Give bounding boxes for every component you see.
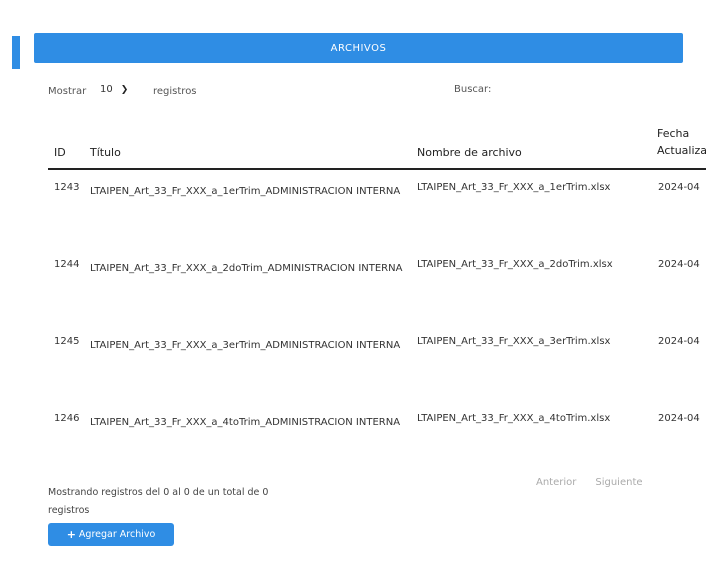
- pagination: Anterior Siguiente: [536, 477, 643, 488]
- table-row[interactable]: 1243 LTAIPEN_Art_33_Fr_XXX_a_1erTrim_ADM…: [48, 170, 706, 247]
- add-file-label: Agregar Archivo: [78, 529, 156, 540]
- search-label[interactable]: Buscar:: [454, 84, 491, 95]
- column-header-title[interactable]: Título: [90, 146, 121, 159]
- files-table: ID Título Nombre de archivo Fecha Actuali…: [48, 117, 706, 478]
- row-date: 2024-04: [658, 336, 700, 347]
- table-row[interactable]: 1244 LTAIPEN_Art_33_Fr_XXX_a_2doTrim_ADM…: [48, 247, 706, 324]
- show-label: Mostrar: [48, 86, 87, 97]
- row-id: 1244: [54, 259, 80, 270]
- row-id: 1246: [54, 413, 80, 424]
- column-header-id[interactable]: ID: [54, 146, 66, 159]
- row-title: LTAIPEN_Art_33_Fr_XXX_a_3erTrim_ADMINIST…: [90, 340, 401, 351]
- row-title: LTAIPEN_Art_33_Fr_XXX_a_1erTrim_ADMINIST…: [90, 186, 401, 197]
- page-size-select[interactable]: 10 ❯: [100, 84, 128, 95]
- row-file[interactable]: LTAIPEN_Art_33_Fr_XXX_a_3erTrim.xlsx: [417, 336, 610, 347]
- row-file[interactable]: LTAIPEN_Art_33_Fr_XXX_a_2doTrim.xlsx: [417, 259, 613, 270]
- page: ARCHIVOS Mostrar 10 ❯ registros Buscar: …: [0, 0, 706, 577]
- row-id: 1245: [54, 336, 80, 347]
- previous-page-button[interactable]: Anterior: [536, 477, 576, 488]
- row-id: 1243: [54, 182, 80, 193]
- table-controls: Mostrar 10 ❯ registros Buscar:: [48, 83, 668, 103]
- row-date: 2024-04: [658, 259, 700, 270]
- left-accent-bar: [12, 36, 20, 69]
- column-header-file[interactable]: Nombre de archivo: [417, 146, 522, 159]
- page-size-value: 10: [100, 84, 113, 95]
- table-info: Mostrando registros del 0 al 0 de un tot…: [48, 487, 269, 516]
- row-file[interactable]: LTAIPEN_Art_33_Fr_XXX_a_4toTrim.xlsx: [417, 413, 610, 424]
- column-header-date-line2: Actualiza: [657, 144, 706, 157]
- section-title: ARCHIVOS: [330, 42, 387, 54]
- row-title: LTAIPEN_Art_33_Fr_XXX_a_2doTrim_ADMINIST…: [90, 263, 403, 274]
- chevron-down-icon: ❯: [120, 84, 129, 95]
- next-page-button[interactable]: Siguiente: [595, 477, 642, 488]
- column-header-date-line1: Fecha: [657, 127, 690, 140]
- add-file-button[interactable]: + Agregar Archivo: [48, 523, 174, 546]
- rows-label: registros: [153, 86, 197, 97]
- row-file[interactable]: LTAIPEN_Art_33_Fr_XXX_a_1erTrim.xlsx: [417, 182, 610, 193]
- column-header-date[interactable]: Fecha Actualiza: [657, 125, 706, 159]
- table-row[interactable]: 1246 LTAIPEN_Art_33_Fr_XXX_a_4toTrim_ADM…: [48, 401, 706, 478]
- table-header: ID Título Nombre de archivo Fecha Actuali…: [48, 117, 706, 170]
- table-row[interactable]: 1245 LTAIPEN_Art_33_Fr_XXX_a_3erTrim_ADM…: [48, 324, 706, 401]
- plus-icon: +: [66, 528, 76, 541]
- row-date: 2024-04: [658, 182, 700, 193]
- row-date: 2024-04: [658, 413, 700, 424]
- row-title: LTAIPEN_Art_33_Fr_XXX_a_4toTrim_ADMINIST…: [90, 417, 401, 428]
- section-header: ARCHIVOS: [34, 33, 683, 63]
